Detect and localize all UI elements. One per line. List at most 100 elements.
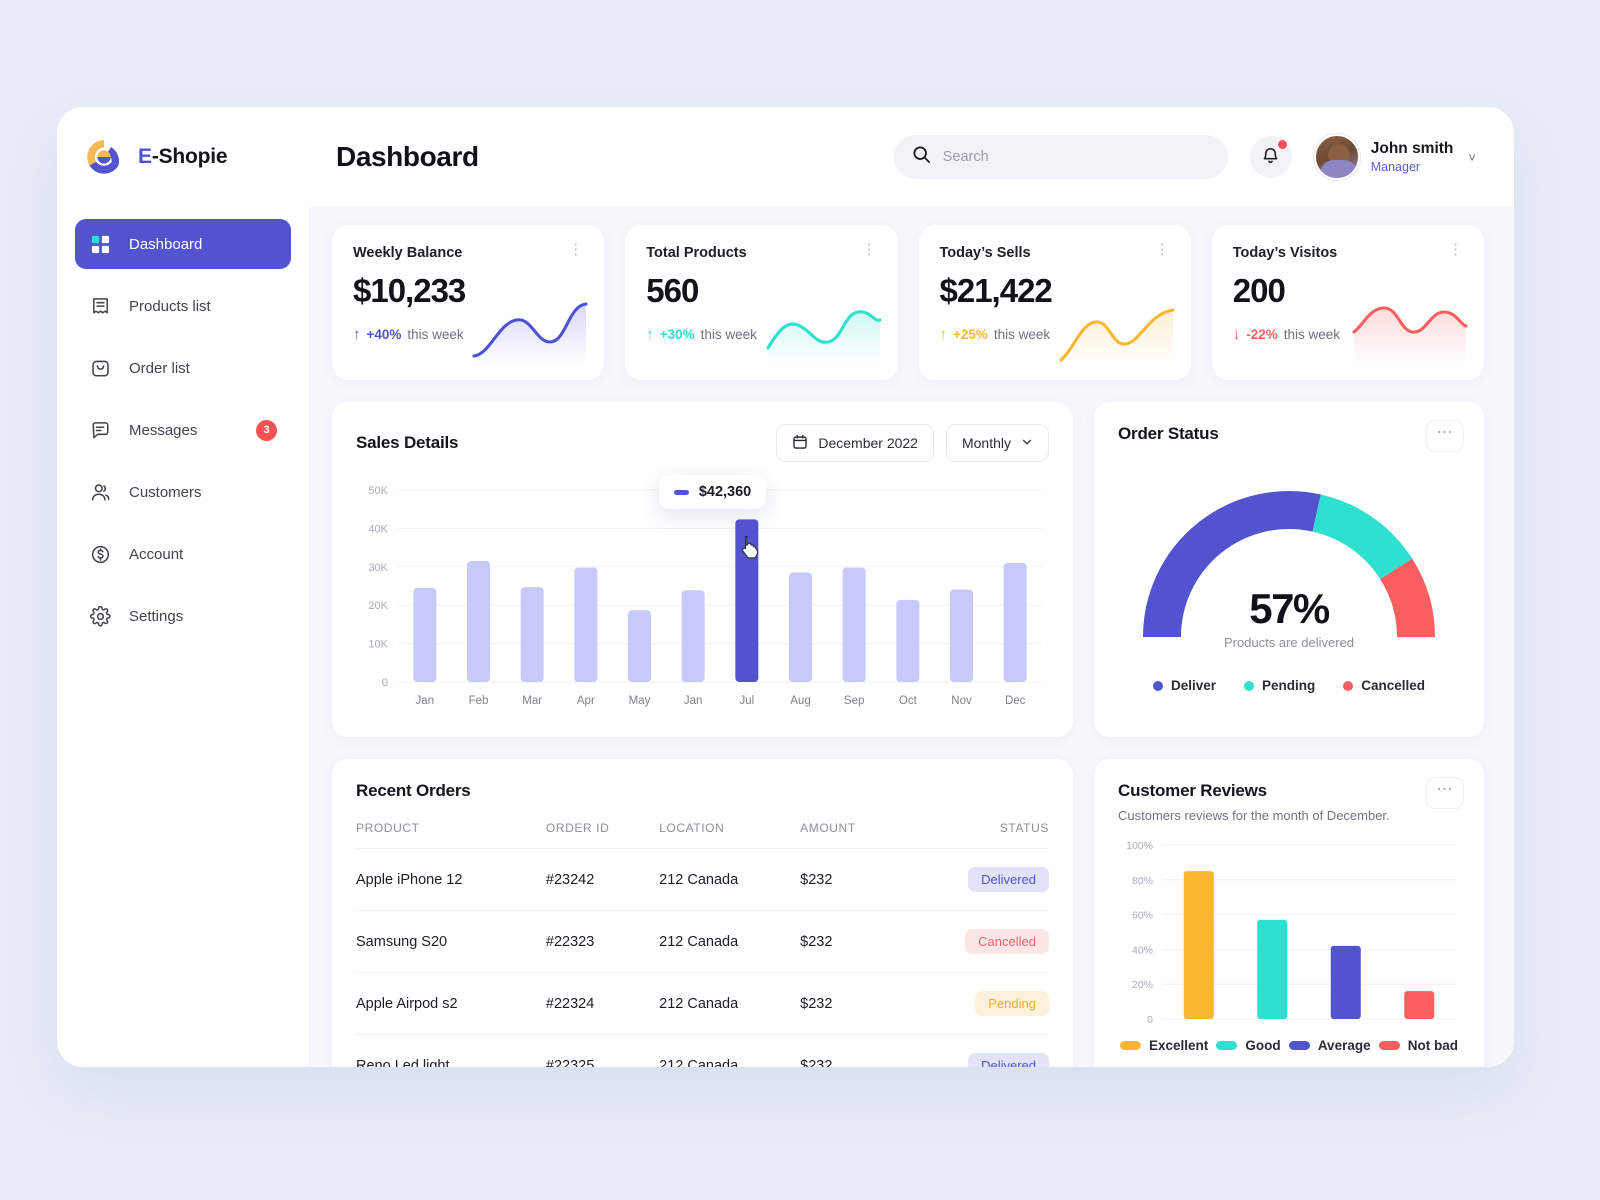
bar[interactable] [467, 561, 490, 682]
order-status-title: Order Status [1118, 424, 1219, 443]
table-row[interactable]: Apple Airpod s2 #22324 212 Canada $232 Pendi… [356, 972, 1049, 1035]
customer-reviews-legend: Excellent Good Average Not bad [1118, 1038, 1460, 1053]
range-select-label: Monthly [961, 435, 1011, 451]
date-picker-label: December 2022 [818, 435, 918, 451]
bag-icon [89, 357, 112, 380]
stat-card-header: Weekly Balance ⋮ [353, 242, 583, 261]
sales-chart-tooltip: $42,360 [658, 475, 767, 510]
stat-card-percent: -22% [1246, 327, 1278, 342]
gauge-segment-pending[interactable] [1311, 494, 1413, 580]
cell-status: Delivered [899, 848, 1049, 911]
sidebar: Dashboard Products list Order list Messages… [57, 207, 310, 1067]
table-row[interactable]: Reno Led light #22325 212 Canada $232 Delive… [356, 1035, 1049, 1068]
date-picker-button[interactable]: December 2022 [776, 424, 934, 462]
recent-orders-table: PRODUCT ORDER ID LOCATION AMOUNT STATUS Appl… [356, 801, 1049, 1067]
legend-color-dot [1343, 680, 1354, 691]
brand-name-rest: -Shopie [151, 145, 228, 168]
sidebar-item-messages[interactable]: Messages 3 [75, 405, 291, 455]
sidebar-item-customers[interactable]: Customers [75, 467, 291, 517]
top-bar-right: John smith Manager ˅ [893, 134, 1514, 180]
y-axis-tick-label: 40% [1132, 944, 1153, 956]
chevron-down-icon[interactable]: ˅ [1468, 150, 1476, 165]
search-box[interactable] [893, 135, 1228, 179]
body: Dashboard Products list Order list Messages… [57, 207, 1514, 1067]
customer-reviews-more-button[interactable]: ⋯ [1426, 777, 1464, 809]
bar[interactable] [520, 587, 544, 682]
sales-details-header: Sales Details December 2022 Monthly [356, 424, 1049, 462]
legend-color-swatch [1120, 1041, 1141, 1050]
order-status-more-button[interactable]: ⋯ [1426, 420, 1464, 452]
page-title: Dashboard [336, 141, 479, 172]
stat-cards: Weekly Balance ⋮ $10,233 ↑ +40% this week Tota… [332, 225, 1484, 380]
bar[interactable] [1003, 562, 1027, 682]
sidebar-item-dashboard[interactable]: Dashboard [75, 219, 291, 269]
cell-status: Pending [899, 972, 1049, 1035]
status-badge: Cancelled [965, 929, 1049, 954]
legend-item-cancelled[interactable]: Cancelled [1343, 678, 1425, 693]
range-select-button[interactable]: Monthly [945, 424, 1049, 462]
x-axis-tick-label: Jan [416, 695, 435, 707]
bar[interactable] [789, 572, 812, 682]
users-icon [89, 481, 112, 504]
brand-logo[interactable]: E-Shopie [57, 136, 310, 178]
legend-item-good[interactable]: Good [1216, 1038, 1281, 1053]
customer-reviews-card: Customer Reviews Customers reviews for t… [1094, 759, 1484, 1067]
stat-card-menu-button[interactable]: ⋮ [1448, 242, 1463, 257]
cell-amount: $232 [800, 1057, 833, 1068]
sales-details-chart[interactable]: 50K 40K 30K 20K 10K 0 Jan Feb Mar Apr May Jan Jul Aug… [356, 475, 1049, 721]
bell-icon [1261, 146, 1280, 168]
sidebar-item-settings[interactable]: Settings [75, 591, 291, 641]
notifications-button[interactable] [1249, 136, 1292, 178]
legend-color-swatch [1378, 1041, 1400, 1050]
sales-chart-svg: 50K 40K 30K 20K 10K 0 Jan Feb Mar Apr May Jan Jul Aug… [368, 485, 1042, 707]
stat-card-today-s-visitos: Today’s Visitos ⋮ 200 ↓ -22% this week [1211, 225, 1484, 380]
bar[interactable] [950, 589, 973, 682]
stat-card-percent: +40% [366, 327, 402, 342]
stat-card-label: Today’s Visitos [1232, 245, 1338, 261]
stat-card-menu-button[interactable]: ⋮ [568, 242, 583, 257]
bar[interactable] [628, 610, 651, 682]
sidebar-item-account[interactable]: Account [75, 529, 291, 579]
bar[interactable] [1183, 871, 1214, 1019]
stat-card-sparkline [1059, 308, 1175, 366]
table-row[interactable]: Samsung S20 #22323 212 Canada $232 Cancelled [356, 910, 1049, 973]
user-menu[interactable]: John smith Manager ˅ [1313, 134, 1476, 180]
cell-status: Cancelled [899, 910, 1049, 973]
x-axis-tick-label: Sep [844, 695, 864, 707]
customer-reviews-chart[interactable]: 100% 80% 60% 40% 20% 0 [1118, 837, 1460, 1028]
table-row[interactable]: Apple iPhone 12 #23242 212 Canada $232 Deliv… [356, 848, 1049, 911]
legend-color-dot [1244, 680, 1254, 691]
x-axis-tick-label: Apr [577, 695, 595, 707]
x-axis-tick-label: Aug [790, 695, 810, 707]
trend-up-icon: ↑ [353, 326, 361, 343]
sidebar-item-products-list[interactable]: Products list [75, 281, 291, 331]
calendar-icon [792, 434, 808, 453]
stat-card-period: this week [1283, 327, 1341, 342]
stat-card-menu-button[interactable]: ⋮ [862, 242, 877, 257]
gauge-percent: 57% [1249, 585, 1330, 632]
stat-card-period: this week [407, 327, 464, 342]
legend-item-average[interactable]: Average [1288, 1038, 1371, 1053]
tooltip-value: $42,360 [698, 484, 752, 501]
bar[interactable] [842, 567, 866, 682]
sidebar-item-order-list[interactable]: Order list [75, 343, 291, 393]
legend-item-excellent[interactable]: Excellent [1120, 1038, 1208, 1053]
y-axis-tick-label: 20% [1132, 979, 1153, 991]
stat-card-label: Weekly Balance [353, 245, 463, 261]
legend-item-deliver[interactable]: Deliver [1152, 678, 1216, 693]
bar[interactable] [681, 590, 705, 682]
stat-card-menu-button[interactable]: ⋮ [1155, 242, 1170, 257]
legend-item-not-bad[interactable]: Not bad [1378, 1038, 1458, 1053]
bar[interactable] [574, 567, 598, 682]
y-axis-tick-label: 20K [368, 600, 388, 612]
bar[interactable] [1404, 991, 1435, 1019]
eshopie-logo-icon [83, 136, 125, 178]
bar[interactable] [413, 587, 437, 682]
table-body: Apple iPhone 12 #23242 212 Canada $232 Deliv… [356, 848, 1049, 1068]
legend-item-pending[interactable]: Pending [1244, 678, 1315, 693]
bar[interactable] [896, 599, 920, 682]
search-input[interactable] [942, 149, 1210, 165]
bar[interactable] [1330, 945, 1361, 1019]
bar[interactable] [1257, 919, 1288, 1019]
sidebar-item-label: Account [129, 545, 184, 563]
